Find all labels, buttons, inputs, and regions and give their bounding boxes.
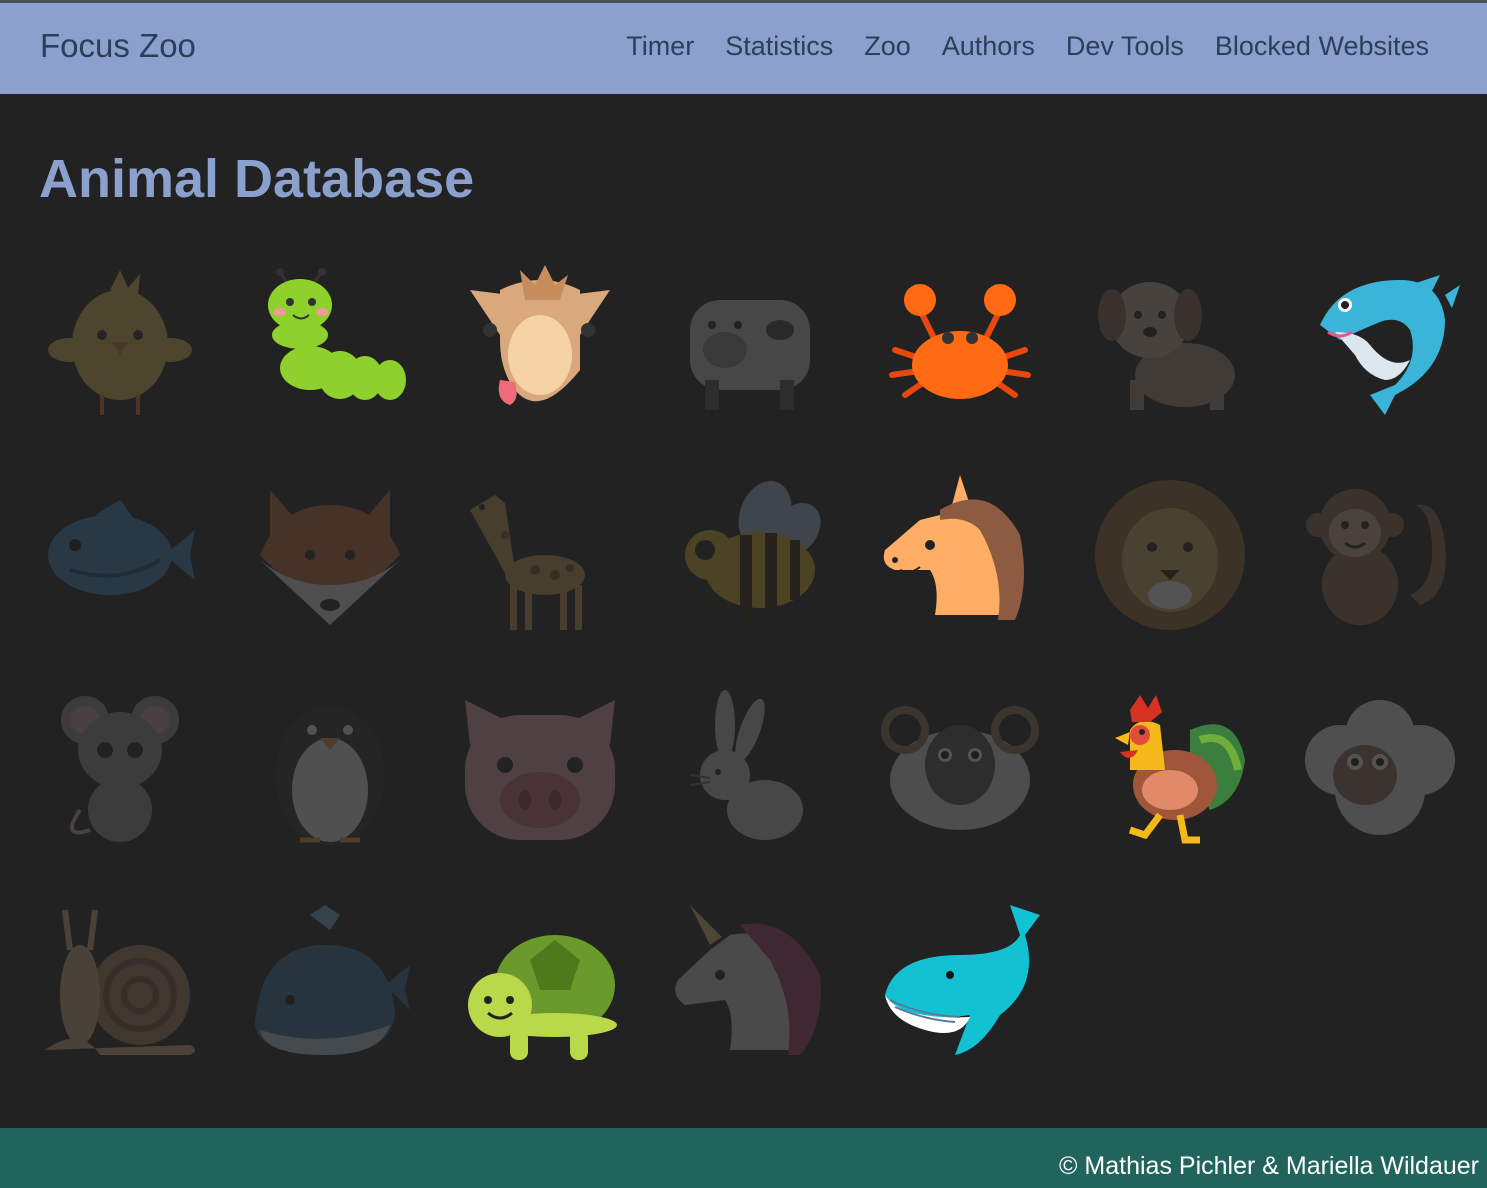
animal-mouse	[40, 690, 200, 850]
brand-logo[interactable]: Focus Zoo	[40, 27, 196, 65]
fox-icon	[260, 490, 400, 625]
nav-zoo[interactable]: Zoo	[864, 31, 911, 62]
cow-icon	[690, 300, 810, 410]
animal-dolphin	[1300, 260, 1460, 420]
monkey-icon	[1306, 489, 1446, 625]
turtle-icon	[468, 935, 617, 1060]
dolphin-icon	[1320, 275, 1460, 415]
animal-fox	[250, 475, 410, 635]
nav-menu: Timer Statistics Zoo Authors Dev Tools B…	[626, 31, 1429, 62]
animal-blue-whale	[880, 905, 1040, 1065]
dog-icon	[1098, 282, 1235, 410]
animal-rabbit	[670, 690, 830, 850]
navbar: Focus Zoo Timer Statistics Zoo Authors D…	[0, 3, 1487, 94]
pig-icon	[465, 700, 615, 840]
animal-unicorn	[670, 905, 830, 1065]
crab-icon	[889, 284, 1031, 399]
sheep-icon	[1305, 700, 1455, 835]
footer: © Mathias Pichler & Mariella Wildauer	[0, 1128, 1487, 1188]
caterpillar-icon	[268, 268, 406, 400]
animal-caterpillar	[250, 260, 410, 420]
nav-timer[interactable]: Timer	[626, 31, 694, 62]
animal-grid	[40, 260, 1460, 1065]
animal-giraffe	[460, 475, 620, 635]
animal-turtle	[460, 905, 620, 1065]
animal-pig	[460, 690, 620, 850]
animal-camel	[460, 260, 620, 420]
chick-icon	[48, 270, 192, 415]
nav-blocked-websites[interactable]: Blocked Websites	[1215, 31, 1429, 62]
bee-icon	[685, 481, 821, 631]
rooster-icon	[1115, 695, 1245, 844]
animal-whale	[250, 905, 410, 1065]
nav-authors[interactable]: Authors	[942, 31, 1035, 62]
nav-dev-tools[interactable]: Dev Tools	[1066, 31, 1184, 62]
animal-cow	[670, 260, 830, 420]
mouse-icon	[61, 696, 179, 842]
camel-icon	[470, 265, 610, 405]
unicorn-icon	[675, 905, 821, 1055]
copyright-text: © Mathias Pichler & Mariella Wildauer	[1059, 1152, 1479, 1180]
animal-fish	[40, 475, 200, 635]
animal-dog	[1090, 260, 1250, 420]
animal-rooster	[1090, 690, 1250, 850]
rabbit-icon	[689, 690, 803, 840]
nav-statistics[interactable]: Statistics	[725, 31, 833, 62]
animal-chick	[40, 260, 200, 420]
page-title: Animal Database	[39, 149, 475, 209]
animal-horse	[880, 475, 1040, 635]
penguin-icon	[275, 705, 385, 845]
whale-icon	[255, 905, 410, 1055]
giraffe-icon	[470, 495, 585, 630]
fish-icon	[48, 500, 195, 595]
ram-icon	[881, 706, 1039, 830]
animal-snail	[40, 905, 200, 1065]
animal-ram	[880, 690, 1040, 850]
animal-lion	[1090, 475, 1250, 635]
blue-whale-icon	[885, 905, 1040, 1055]
animal-sheep	[1300, 690, 1460, 850]
animal-penguin	[250, 690, 410, 850]
animal-bee	[670, 475, 830, 635]
animal-monkey	[1300, 475, 1460, 635]
horse-icon	[883, 475, 1024, 620]
animal-crab	[880, 260, 1040, 420]
lion-icon	[1095, 480, 1245, 630]
snail-icon	[45, 909, 195, 1055]
